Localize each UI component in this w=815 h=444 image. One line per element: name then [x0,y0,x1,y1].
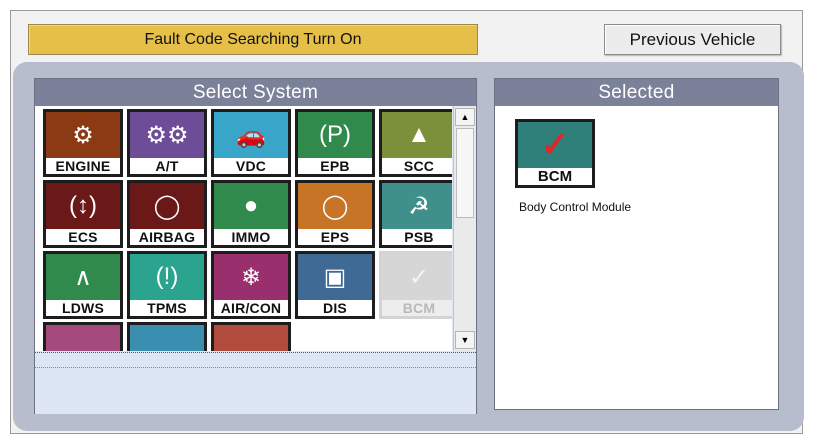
system-tile-psb[interactable]: ☭ PSB [379,180,452,248]
system-tile-label: BCM [382,300,452,316]
tire-pressure-icon: (!) [130,254,204,300]
partial-tile-icon [46,325,120,351]
scrollbar[interactable]: ▲ ▼ [453,106,476,351]
immobilizer-icon: ● [214,183,288,229]
system-tile-eps[interactable]: ◯ EPS [295,180,375,248]
system-tile-label: IMMO [214,229,288,245]
system-tile-label: AIR/CON [214,300,288,316]
select-system-title: Select System [35,79,476,106]
system-tile-vdc[interactable]: 🚗 VDC [211,109,291,177]
system-tile-ldws[interactable]: ∧ LDWS [43,251,123,319]
scroll-down-button[interactable]: ▼ [455,331,475,349]
fault-code-search-button[interactable]: Fault Code Searching Turn On [28,24,478,55]
selected-title: Selected [495,79,778,106]
selected-system-label: BCM [518,168,592,185]
partial-tile-icon [130,325,204,351]
system-tile-engine[interactable]: ⚙ ENGINE [43,109,123,177]
system-tile-dis[interactable]: ▣ DIS [295,251,375,319]
system-tile-epb[interactable]: (P) EPB [295,109,375,177]
system-tile-partial[interactable] [211,322,291,351]
engine-icon: ⚙ [46,112,120,158]
system-tile-label: TPMS [130,300,204,316]
lane-departure-icon: ∧ [46,254,120,300]
selected-system-tile[interactable]: ✓ BCM [515,119,595,188]
system-tile-label: VDC [214,158,288,174]
system-tile-label: PSB [382,229,452,245]
gears-icon: ⚙⚙ [130,112,204,158]
selected-panel: Selected ✓ BCM Body Control Module [494,78,779,410]
body-control-icon: ✓ [382,254,452,300]
system-tile-label: ECS [46,229,120,245]
system-tile-bcm: ✓ BCM [379,251,452,319]
system-tile-ecs[interactable]: (↕) ECS [43,180,123,248]
arrow-up-icon: ▲ [460,112,470,122]
system-tile-label: EPB [298,158,372,174]
system-tile-air-con[interactable]: ❄ AIR/CON [211,251,291,319]
seatbelt-icon: ☭ [382,183,452,229]
system-tile-label: LDWS [46,300,120,316]
previous-vehicle-button[interactable]: Previous Vehicle [604,24,781,55]
system-tile-label: ENGINE [46,158,120,174]
scroll-thumb[interactable] [456,128,474,218]
system-grid: ⚙ ENGINE ⚙⚙ A/T 🚗 VDC (P) EPB ▲ SCC (↕) ECS ◯ AIRBAG ●… [35,106,452,351]
system-tile-immo[interactable]: ● IMMO [211,180,291,248]
system-tile-airbag[interactable]: ◯ AIRBAG [127,180,207,248]
steering-wheel-icon: ◯ [298,183,372,229]
system-tile-partial[interactable] [43,322,123,351]
body-control-icon: ✓ [518,122,592,168]
scroll-up-button[interactable]: ▲ [455,108,475,126]
airbag-icon: ◯ [130,183,204,229]
system-tile-scc[interactable]: ▲ SCC [379,109,452,177]
air-conditioner-icon: ❄ [214,254,288,300]
suspension-icon: (↕) [46,183,120,229]
system-tile-label: AIRBAG [130,229,204,245]
system-tile-label: DIS [298,300,372,316]
car-icon: 🚗 [214,112,288,158]
system-tile-a-t[interactable]: ⚙⚙ A/T [127,109,207,177]
system-tile-label: A/T [130,158,204,174]
arrow-down-icon: ▼ [460,335,470,345]
system-tile-label: EPS [298,229,372,245]
cruise-control-icon: ▲ [382,112,452,158]
parking-brake-icon: (P) [298,112,372,158]
system-tile-tpms[interactable]: (!) TPMS [127,251,207,319]
selected-system-description: Body Control Module [519,200,632,214]
select-system-panel: Select System ⚙ ENGINE ⚙⚙ A/T 🚗 VDC (P) EPB ▲ SCC… [34,78,477,414]
system-tile-label: SCC [382,158,452,174]
partial-tile-icon [214,325,288,351]
system-description-area [35,352,476,414]
display-icon: ▣ [298,254,372,300]
system-tile-partial[interactable] [127,322,207,351]
